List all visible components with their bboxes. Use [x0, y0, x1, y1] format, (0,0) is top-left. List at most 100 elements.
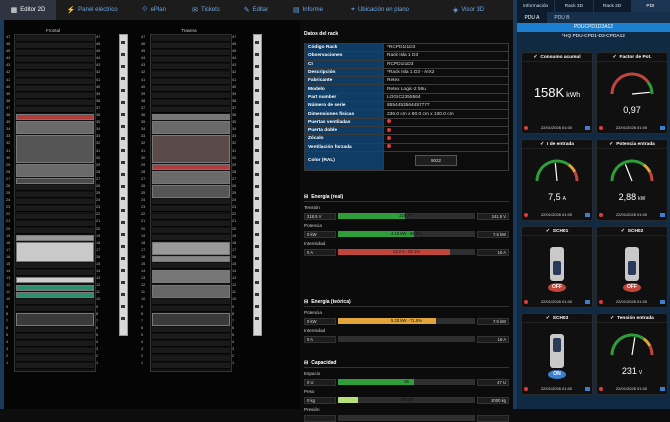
breaker-lever[interactable] [628, 261, 636, 275]
nav-tab-1[interactable]: ▦ Editor 2D [0, 0, 56, 20]
rack-device[interactable] [152, 163, 230, 170]
breaker-lever[interactable] [553, 261, 561, 275]
rack-device[interactable] [152, 256, 230, 263]
rack-device[interactable] [16, 163, 94, 177]
bar-max: 2000 kg [477, 396, 509, 404]
bar-max: 16 A [477, 335, 509, 343]
rear-rack[interactable] [150, 34, 232, 372]
rack-unit-number: 30 [96, 155, 101, 160]
nav-tab-2[interactable]: ⚡ Panel eléctrico [56, 0, 128, 20]
rack-unit-number: 41 [6, 77, 11, 82]
card-title: I de entrada [547, 141, 574, 147]
details-icon[interactable] [659, 125, 665, 130]
front-rack[interactable] [14, 34, 96, 372]
rack-device[interactable] [16, 291, 94, 298]
details-icon[interactable] [659, 386, 665, 391]
pdu-strip-a[interactable] [119, 34, 128, 336]
details-icon[interactable] [584, 125, 590, 130]
switch-state: ON [548, 370, 566, 379]
rack-device[interactable] [152, 170, 230, 185]
nav-tab-7[interactable]: ⌖ Ubicación en plano [336, 0, 424, 20]
detail-key: Dimensiones físicas [304, 109, 384, 119]
nav-tab-label: Ubicación en plano [357, 7, 409, 13]
pdu-strip-b[interactable] [253, 34, 262, 336]
check-icon: ✓ [612, 54, 617, 60]
rack-unit-number: 16 [96, 254, 101, 259]
rack-device[interactable] [16, 178, 94, 185]
pdu-tab-2[interactable]: PDU B [547, 12, 577, 23]
nav-tab-3[interactable]: ⟐ ePlan [128, 0, 180, 20]
pdu-outlet [255, 65, 259, 68]
section-header[interactable]: ⊟ Energía (teórica) [304, 297, 509, 307]
rack-unit-number: 28 [232, 169, 237, 174]
details-icon[interactable] [659, 299, 665, 304]
breaker-lever[interactable] [553, 338, 561, 352]
details-icon[interactable] [584, 299, 590, 304]
rack-unit-number: 19 [232, 233, 237, 238]
section-header[interactable]: ⊟ Capacidad [304, 358, 509, 368]
ral-value-box[interactable]: 9022 [415, 155, 457, 167]
rack-unit-number: 43 [232, 63, 237, 68]
rack-device[interactable] [152, 114, 230, 121]
nav-tab-icon: ⌖ [351, 6, 355, 13]
nav-tab-5[interactable]: ✎ Editar [232, 0, 280, 20]
nav-tab-8[interactable]: ◈ Visor 3D [424, 0, 513, 20]
rack-device[interactable] [152, 241, 230, 256]
rack-device[interactable] [16, 114, 94, 121]
details-icon[interactable] [659, 212, 665, 217]
collapse-icon[interactable]: ⊟ [304, 299, 308, 305]
collapse-icon[interactable]: ⊟ [304, 194, 308, 200]
pdu-outlet [121, 317, 125, 320]
rack-unit-number: 33 [6, 134, 11, 139]
rack-unit-number: 42 [232, 70, 237, 75]
rack-device[interactable] [16, 135, 94, 163]
detail-row: Part number LOGIC2355564 [304, 92, 509, 103]
detail-value: *Rack Isla 1 D3 - AIX2 [383, 67, 509, 78]
rack-device[interactable] [16, 284, 94, 291]
rack-unit-number: 12 [232, 283, 237, 288]
rack-unit-number: 32 [232, 141, 237, 146]
detail-key: Número de serie [304, 101, 384, 111]
rack-device[interactable] [152, 135, 230, 163]
breaker-switch[interactable] [625, 247, 639, 281]
details-icon[interactable] [584, 386, 590, 391]
right-tab-2[interactable]: Rack 3D [555, 0, 594, 12]
rack-device[interactable] [16, 277, 94, 284]
rack-unit-number: 7 [141, 318, 144, 323]
rack-unit-number: 35 [6, 120, 11, 125]
rack-device[interactable] [16, 234, 94, 241]
pdu-outlet [255, 137, 259, 140]
right-tab-3[interactable]: Rack 2D [594, 0, 632, 12]
pdu-outlet [121, 41, 125, 44]
pdu-outlet [121, 53, 125, 56]
rack-unit-number: 30 [141, 155, 146, 160]
rack-device[interactable] [16, 312, 94, 327]
card-date: 22/01/2026 01:00 [615, 386, 648, 391]
bar-min: 0 A [304, 335, 336, 343]
rack-device[interactable] [152, 121, 230, 135]
right-tab-1[interactable]: Información [517, 0, 556, 12]
rack-device[interactable] [152, 270, 230, 284]
rack-device[interactable] [152, 312, 230, 327]
rack-device[interactable] [152, 185, 230, 199]
rack-slot [16, 334, 94, 341]
rear-rack-ruler-left: 47 46 45 44 43 42 41 40 39 38 37 36 35 34 33 32 31 30 29 28… [141, 34, 149, 367]
bar-track: 5.33 kW - 71.5% [338, 318, 475, 324]
rack-unit-number: 2 [232, 354, 235, 359]
right-tab-4[interactable]: PDI [631, 0, 670, 12]
breaker-switch[interactable] [550, 334, 564, 368]
nav-tab-4[interactable]: ✉ Tickets [180, 0, 232, 20]
breaker-switch[interactable] [550, 247, 564, 281]
rack-unit-number: 36 [141, 113, 146, 118]
progress-bar: 0 kW 4.16 kW - 55.5% 7.5 kW [304, 230, 509, 238]
nav-tab-6[interactable]: ▤ Informe [280, 0, 336, 20]
rack-device[interactable] [16, 121, 94, 135]
pdu-card-3: ✓ I de entrada 7,5 A 22/01/2026 01:00 [521, 139, 593, 221]
rack-device[interactable] [152, 284, 230, 298]
pdu-tab-1[interactable]: PDU A [517, 12, 547, 23]
rack-unit-number: 5 [96, 332, 99, 337]
section-header[interactable]: ⊟ Energía (real) [304, 192, 509, 202]
collapse-icon[interactable]: ⊟ [304, 360, 308, 366]
rack-device[interactable] [16, 241, 94, 263]
details-icon[interactable] [584, 212, 590, 217]
